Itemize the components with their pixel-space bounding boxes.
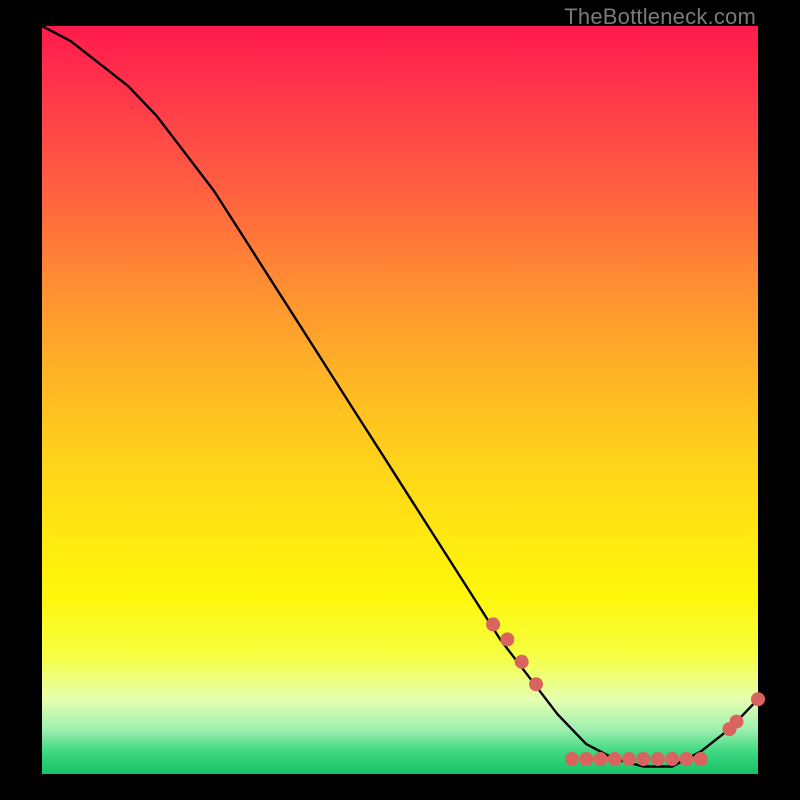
chart-marker xyxy=(486,617,500,631)
chart-stage: TheBottleneck.com xyxy=(0,0,800,800)
chart-marker xyxy=(529,677,543,691)
chart-marker xyxy=(636,752,650,766)
chart-marker xyxy=(594,752,608,766)
chart-marker xyxy=(694,752,708,766)
chart-marker xyxy=(679,752,693,766)
chart-curve xyxy=(42,26,758,767)
chart-marker xyxy=(565,752,579,766)
chart-marker xyxy=(665,752,679,766)
chart-markers xyxy=(486,617,765,766)
chart-marker xyxy=(622,752,636,766)
chart-svg xyxy=(42,26,758,774)
chart-marker xyxy=(515,655,529,669)
chart-marker xyxy=(579,752,593,766)
chart-marker xyxy=(608,752,622,766)
chart-marker xyxy=(500,632,514,646)
chart-marker xyxy=(651,752,665,766)
chart-marker xyxy=(730,715,744,729)
chart-marker xyxy=(751,692,765,706)
plot-area xyxy=(42,26,758,774)
